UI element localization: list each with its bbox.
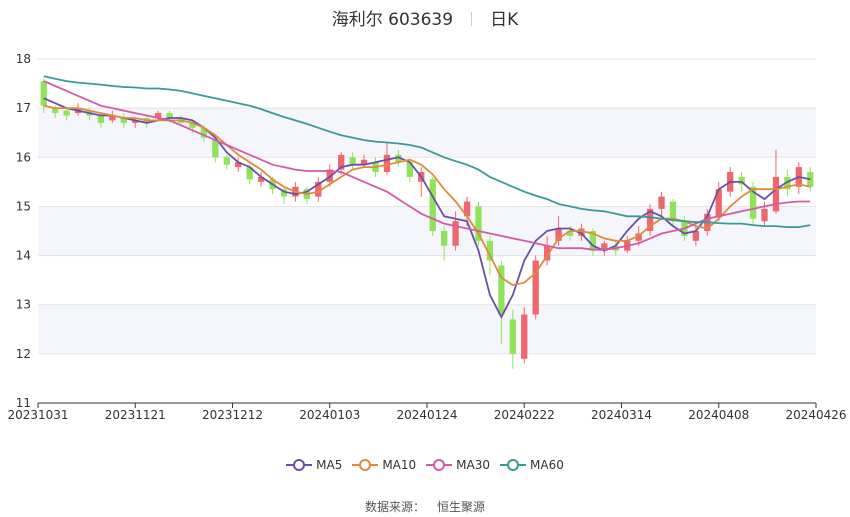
candlestick-chart: 1112131415161718 20231031 20231121 2023121… [7, 52, 847, 422]
legend: MA5 MA10 MA30 MA60 [0, 458, 850, 472]
candle-body [761, 208, 768, 222]
legend-marker-icon [426, 459, 453, 471]
candle [532, 255, 539, 320]
candle-body [509, 319, 516, 354]
x-tick-label: 20231121 [105, 408, 166, 422]
candle-body [521, 314, 528, 359]
candle-body [40, 81, 47, 106]
candle [521, 307, 528, 364]
x-tick-label: 20240103 [299, 408, 360, 422]
y-tick-label: 16 [16, 150, 31, 164]
x-tick-label: 20231031 [7, 408, 68, 422]
legend-marker-icon [286, 459, 313, 471]
candle-body [212, 140, 219, 158]
legend-marker-icon [352, 459, 379, 471]
candle-body [429, 179, 436, 231]
background-band [38, 304, 816, 354]
x-tick-label: 20240314 [591, 408, 652, 422]
y-axis-ticks: 1112131415161718 [16, 52, 31, 410]
x-tick-label: 20240426 [785, 408, 846, 422]
x-tick-label: 20240124 [396, 408, 457, 422]
legend-item-ma10[interactable]: MA10 [352, 458, 416, 472]
legend-marker-icon [500, 459, 527, 471]
candle-body [441, 231, 448, 246]
data-source: 数据来源： 恒生聚源 [0, 498, 850, 515]
candle-body [349, 157, 356, 165]
legend-label: MA60 [530, 458, 564, 472]
background-bands [38, 108, 816, 354]
candle [429, 176, 436, 236]
y-tick-label: 15 [16, 199, 31, 213]
x-tick-label: 20231212 [202, 408, 263, 422]
legend-label: MA10 [382, 458, 417, 472]
candle-body [692, 231, 700, 241]
candle-body [63, 110, 70, 116]
y-tick-label: 17 [16, 101, 31, 115]
legend-item-ma30[interactable]: MA30 [426, 458, 490, 472]
candle-body [658, 196, 665, 209]
candle-body [669, 201, 677, 219]
y-tick-label: 14 [16, 249, 31, 263]
y-tick-label: 12 [16, 347, 31, 361]
legend-label: MA5 [316, 458, 343, 472]
candle-body [772, 176, 780, 212]
candle-body [475, 206, 482, 241]
x-axis: 20231031 20231121 20231212 20240103 20240124… [7, 402, 847, 422]
y-tick-label: 13 [16, 298, 31, 312]
source-name: 恒生聚源 [437, 500, 486, 514]
legend-item-ma60[interactable]: MA60 [500, 458, 564, 472]
legend-label: MA30 [456, 458, 491, 472]
candle-body [223, 157, 230, 165]
source-label: 数据来源： [364, 500, 425, 514]
y-tick-label: 18 [16, 52, 31, 66]
background-band [38, 206, 816, 256]
legend-item-ma5[interactable]: MA5 [286, 458, 342, 472]
x-tick-label: 20240408 [688, 408, 749, 422]
candle-body [97, 115, 105, 123]
x-tick-label: 20240222 [494, 408, 555, 422]
